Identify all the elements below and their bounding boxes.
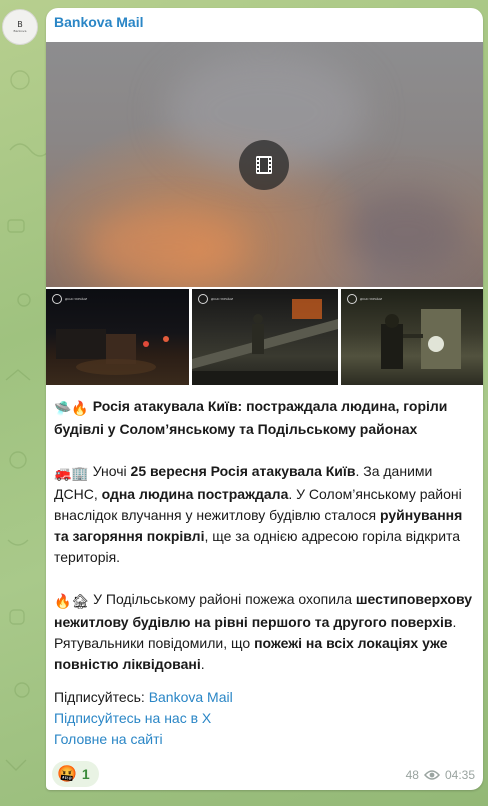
subscribe-prefix: Підписуйтесь: bbox=[54, 689, 149, 705]
dsns-emblem-icon bbox=[347, 294, 357, 304]
reaction-chip[interactable]: 🤬 1 bbox=[52, 761, 99, 787]
video-preview[interactable] bbox=[46, 42, 483, 287]
photo-thumbnail[interactable]: ДСНС УКРАЇНИ bbox=[341, 289, 483, 385]
avatar-label: Bankova bbox=[13, 29, 27, 33]
footer-links: Підписуйтесь: Bankova Mail Підписуйтесь … bbox=[54, 687, 233, 750]
channel-avatar[interactable]: B Bankova bbox=[2, 9, 38, 45]
bold-span: 25 вересня Росія атакувала Київ bbox=[130, 463, 356, 479]
text-span: Уночі bbox=[92, 463, 131, 479]
video-play-icon[interactable] bbox=[239, 140, 289, 190]
thumb-watermark: ДСНС УКРАЇНИ bbox=[211, 297, 233, 301]
reaction-count: 1 bbox=[81, 766, 90, 782]
text-span: У Подільському районі пожежа охопила bbox=[93, 591, 356, 607]
thumb-watermark: ДСНС УКРАЇНИ bbox=[65, 297, 87, 301]
message-bubble[interactable]: Bankova Mail ДСНС УКРАЇНИ ДСНС УКРАЇНИ Д… bbox=[46, 8, 483, 790]
dsns-emblem-icon bbox=[198, 294, 208, 304]
ufo-fire-emoji-icon: 🛸🔥 bbox=[54, 400, 89, 416]
dsns-emblem-icon bbox=[52, 294, 62, 304]
avatar-logo-icon: B bbox=[17, 20, 23, 29]
message-meta: 48 04:35 bbox=[406, 768, 475, 782]
post-paragraph-1: 🚒🏢 Уночі 25 вересня Росія атакувала Київ… bbox=[54, 461, 479, 568]
sender-name[interactable]: Bankova Mail bbox=[54, 14, 143, 30]
fire-house-emoji-icon: 🔥🏚 bbox=[54, 593, 90, 609]
message-time: 04:35 bbox=[444, 768, 475, 782]
eye-icon bbox=[423, 770, 440, 780]
subscribe-line: Підписуйтесь: Bankova Mail bbox=[54, 687, 233, 708]
post-paragraph-2: 🔥🏚 У Подільському районі пожежа охопила … bbox=[54, 589, 479, 675]
subscribe-link[interactable]: Bankova Mail bbox=[149, 689, 233, 705]
photo-thumbnail[interactable]: ДСНС УКРАЇНИ bbox=[46, 289, 189, 385]
firetruck-building-emoji-icon: 🚒🏢 bbox=[54, 465, 89, 481]
x-subscribe-link[interactable]: Підписуйтесь на нас в Х bbox=[54, 708, 233, 729]
view-count: 48 bbox=[405, 768, 419, 782]
thumb-watermark: ДСНС УКРАЇНИ bbox=[360, 297, 382, 301]
photo-thumbnail[interactable]: ДСНС УКРАЇНИ bbox=[192, 289, 338, 385]
bold-span: одна людина постраждала bbox=[101, 486, 289, 502]
headline-text: Росія атакувала Київ: постраждала людина… bbox=[54, 398, 448, 437]
post-headline: 🛸🔥 Росія атакувала Київ: постраждала люд… bbox=[54, 396, 479, 440]
post-text: 🛸🔥 Росія атакувала Київ: постраждала люд… bbox=[54, 396, 479, 696]
photo-album: ДСНС УКРАЇНИ ДСНС УКРАЇНИ ДСНС УКРАЇНИ bbox=[46, 289, 483, 385]
angry-face-emoji-icon: 🤬 bbox=[57, 766, 77, 783]
site-link[interactable]: Головне на сайті bbox=[54, 729, 233, 750]
text-span: . bbox=[200, 656, 205, 672]
